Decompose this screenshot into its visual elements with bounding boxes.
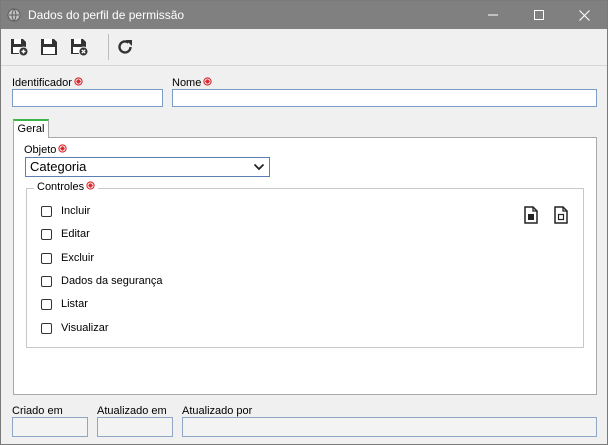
required-icon bbox=[203, 77, 212, 86]
save-button[interactable] bbox=[38, 36, 60, 58]
minimize-button[interactable] bbox=[470, 1, 516, 29]
check-all-button[interactable] bbox=[521, 205, 541, 225]
toolbar-separator bbox=[108, 34, 109, 60]
criado-em-label: Criado em bbox=[12, 405, 63, 417]
atualizado-por-field bbox=[182, 417, 597, 437]
atualizado-por-label: Atualizado por bbox=[182, 405, 253, 417]
checkbox-listar[interactable]: Listar bbox=[41, 296, 88, 312]
atualizado-em-label: Atualizado em bbox=[97, 405, 167, 417]
objeto-label: Objeto bbox=[24, 144, 68, 156]
checkbox-visualizar[interactable]: Visualizar bbox=[41, 320, 109, 336]
minimize-icon bbox=[488, 14, 498, 16]
controles-legend: Controles bbox=[34, 181, 99, 193]
checkbox-dados-da-seguranca[interactable]: Dados da segurança bbox=[41, 273, 163, 289]
title-bar[interactable]: Dados do perfil de permissão bbox=[1, 1, 607, 29]
checkbox[interactable] bbox=[41, 298, 52, 310]
close-icon bbox=[578, 9, 590, 21]
uncheck-all-icon bbox=[554, 206, 568, 224]
checkbox-excluir[interactable]: Excluir bbox=[41, 250, 94, 266]
checkbox-editar[interactable]: Editar bbox=[41, 226, 90, 242]
chevron-down-icon bbox=[253, 163, 265, 171]
checkbox[interactable] bbox=[41, 228, 52, 240]
save-and-close-button[interactable] bbox=[68, 36, 90, 58]
maximize-button[interactable] bbox=[516, 1, 562, 29]
identificador-field[interactable] bbox=[12, 89, 163, 107]
globe-icon bbox=[7, 8, 21, 22]
checkbox[interactable] bbox=[41, 322, 52, 334]
checkbox-incluir[interactable]: Incluir bbox=[41, 203, 90, 219]
required-icon bbox=[58, 144, 68, 153]
check-all-icon bbox=[524, 206, 538, 224]
save-and-close-icon bbox=[71, 39, 89, 57]
identificador-label: Identificador bbox=[12, 77, 83, 89]
controles-group bbox=[26, 188, 584, 348]
refresh-button[interactable] bbox=[114, 36, 136, 58]
atualizado-em-field bbox=[97, 417, 173, 437]
checkbox[interactable] bbox=[41, 205, 52, 217]
required-icon bbox=[86, 181, 95, 190]
save-and-new-button[interactable] bbox=[8, 36, 30, 58]
checkbox[interactable] bbox=[41, 252, 52, 264]
maximize-icon bbox=[534, 10, 544, 20]
checkbox[interactable] bbox=[41, 275, 52, 287]
dialog-window: Dados do perfil de permissão Identificad… bbox=[0, 0, 608, 445]
nome-field[interactable] bbox=[172, 89, 597, 107]
criado-em-field bbox=[12, 417, 88, 437]
window-title: Dados do perfil de permissão bbox=[28, 8, 185, 22]
close-button[interactable] bbox=[561, 1, 607, 29]
refresh-icon bbox=[118, 40, 132, 54]
objeto-select[interactable]: Categoria bbox=[25, 157, 270, 177]
nome-label: Nome bbox=[172, 77, 212, 89]
tab-geral[interactable]: Geral bbox=[13, 119, 49, 138]
toolbar bbox=[1, 29, 607, 66]
uncheck-all-button[interactable] bbox=[551, 205, 571, 225]
save-icon bbox=[41, 39, 57, 55]
required-icon bbox=[74, 77, 83, 86]
save-and-new-icon bbox=[11, 39, 29, 57]
